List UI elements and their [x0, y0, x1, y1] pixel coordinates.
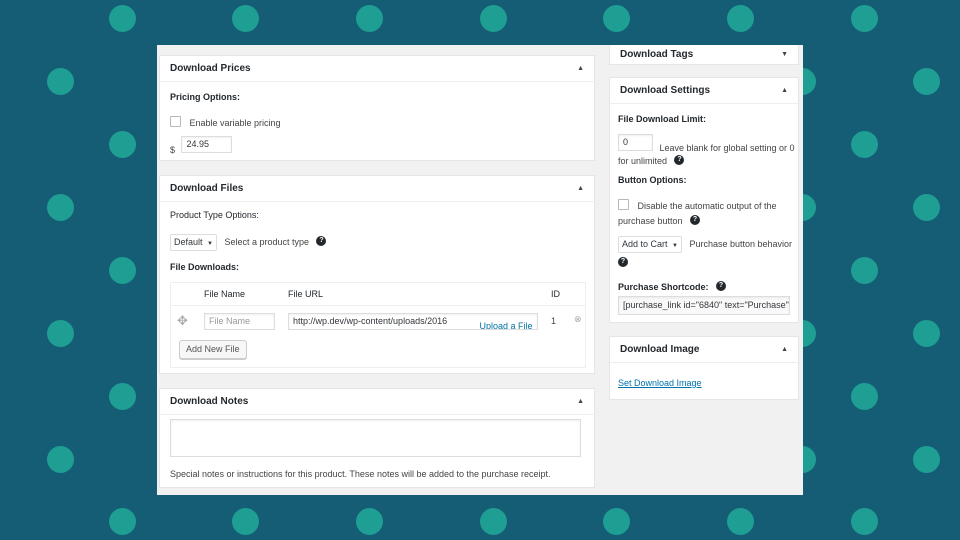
disable-output-label-1: Disable the automatic output of the [637, 201, 777, 211]
purchase-behavior-hint: Purchase button behavior [689, 239, 793, 249]
polka-dot [355, 507, 383, 535]
polka-dot [912, 319, 940, 347]
polka-dot [850, 507, 878, 535]
polka-dot [108, 4, 136, 32]
column-file-name: File Name [204, 289, 246, 299]
file-downloads-label: File Downloads: [170, 262, 240, 272]
drag-handle-icon[interactable]: ✥ [177, 313, 188, 329]
download-files-title: Download Files [170, 183, 244, 194]
polka-dot [479, 4, 507, 32]
file-id: 1 [551, 316, 557, 326]
download-tags-title: Download Tags [620, 49, 694, 60]
product-type-hint: Select a product type [224, 237, 310, 247]
polka-dot [231, 507, 259, 535]
polka-dot [912, 67, 940, 95]
polka-dot [850, 130, 878, 158]
variable-pricing-label: Enable variable pricing [189, 118, 281, 128]
download-limit-input[interactable]: 0 [618, 134, 653, 151]
download-prices-title: Download Prices [170, 63, 251, 74]
polka-dot [912, 193, 940, 221]
download-image-box: Download Image ▲ Set Download Image [609, 336, 799, 400]
download-limit-hint-2: for unlimited [618, 156, 668, 166]
polka-dot [479, 507, 507, 535]
download-image-header[interactable]: Download Image ▲ [610, 337, 798, 363]
download-settings-box: Download Settings ▲ File Download Limit:… [609, 77, 799, 323]
collapse-arrow-icon[interactable]: ▲ [577, 65, 584, 72]
polka-dot [602, 507, 630, 535]
collapse-arrow-icon[interactable]: ▲ [577, 185, 584, 192]
polka-dot [850, 256, 878, 284]
download-notes-textarea[interactable] [170, 419, 581, 457]
product-type-value: Default [174, 237, 203, 247]
dropdown-arrow-icon: ▼ [207, 241, 213, 247]
polka-dot [850, 4, 878, 32]
polka-dot [46, 445, 74, 473]
file-name-input[interactable]: File Name [204, 313, 275, 330]
purchase-shortcode-input[interactable]: [purchase_link id="6840" text="Purchase" [618, 296, 790, 315]
polka-dot [726, 4, 754, 32]
collapse-arrow-icon[interactable]: ▲ [781, 87, 788, 94]
polka-dot [108, 507, 136, 535]
polka-dot [108, 256, 136, 284]
polka-dot [231, 4, 259, 32]
column-file-url: File URL [288, 289, 324, 299]
column-id: ID [551, 289, 560, 299]
table-row: ✥ File Name http://wp.dev/wp-content/upl… [171, 307, 585, 337]
polka-dot [726, 507, 754, 535]
polka-dot [850, 382, 878, 410]
product-type-select[interactable]: Default ▼ [170, 234, 217, 251]
help-icon[interactable]: ? [618, 256, 628, 267]
purchase-shortcode-label: Purchase Shortcode: [618, 282, 709, 292]
table-header-row: File Name File URL ID [171, 283, 585, 306]
product-type-label: Product Type Options: [170, 210, 259, 220]
download-files-box: Download Files ▲ Product Type Options: D… [159, 175, 595, 374]
pricing-options-label: Pricing Options: [170, 92, 241, 102]
polka-dot [602, 4, 630, 32]
remove-file-icon[interactable]: ⊗ [574, 314, 582, 325]
polka-dot [46, 193, 74, 221]
help-icon[interactable]: ? [674, 154, 685, 165]
polka-dot [912, 445, 940, 473]
dropdown-arrow-icon: ▼ [672, 243, 678, 249]
add-new-file-button[interactable]: Add New File [179, 340, 247, 359]
download-limit-label: File Download Limit: [618, 114, 706, 124]
download-prices-box: Download Prices ▲ Pricing Options: Enabl… [159, 55, 595, 161]
download-settings-title: Download Settings [620, 85, 710, 96]
download-notes-title: Download Notes [170, 396, 249, 407]
polka-dot [108, 382, 136, 410]
download-tags-box: Download Tags ▼ [609, 45, 799, 65]
variable-pricing-checkbox[interactable] [170, 116, 181, 128]
polka-dot [355, 4, 383, 32]
download-image-title: Download Image [620, 344, 700, 355]
download-notes-help: Special notes or instructions for this p… [170, 469, 551, 479]
help-icon[interactable]: ? [316, 235, 327, 246]
download-notes-header[interactable]: Download Notes ▲ [160, 389, 594, 415]
purchase-behavior-select[interactable]: Add to Cart ▼ [618, 236, 682, 253]
currency-symbol: $ [170, 145, 176, 155]
collapse-arrow-icon[interactable]: ▲ [577, 398, 584, 405]
purchase-behavior-value: Add to Cart [622, 239, 668, 249]
expand-arrow-icon[interactable]: ▼ [781, 51, 788, 58]
download-tags-header[interactable]: Download Tags ▼ [610, 45, 798, 65]
help-icon[interactable]: ? [690, 214, 700, 225]
file-url-input[interactable]: http://wp.dev/wp-content/uploads/2016 Up… [288, 313, 538, 330]
file-downloads-table: File Name File URL ID ✥ File Name http:/… [170, 282, 586, 368]
button-options-label: Button Options: [618, 175, 687, 185]
disable-output-label-2: purchase button [618, 216, 683, 226]
set-download-image-link[interactable]: Set Download Image [618, 378, 702, 388]
collapse-arrow-icon[interactable]: ▲ [781, 346, 788, 353]
polka-dot [46, 319, 74, 347]
file-url-value: http://wp.dev/wp-content/uploads/2016 [293, 316, 448, 326]
upload-file-link[interactable]: Upload a File [480, 321, 533, 329]
polka-dot [46, 67, 74, 95]
polka-dot [108, 130, 136, 158]
help-icon[interactable]: ? [715, 280, 726, 291]
download-settings-header[interactable]: Download Settings ▲ [610, 78, 798, 104]
disable-output-checkbox[interactable] [618, 199, 629, 211]
download-files-header[interactable]: Download Files ▲ [160, 176, 594, 202]
download-prices-header[interactable]: Download Prices ▲ [160, 56, 594, 82]
edit-download-screen: Download Prices ▲ Pricing Options: Enabl… [157, 45, 803, 495]
price-input[interactable]: 24.95 [181, 136, 233, 153]
download-notes-box: Download Notes ▲ Special notes or instru… [159, 388, 595, 488]
